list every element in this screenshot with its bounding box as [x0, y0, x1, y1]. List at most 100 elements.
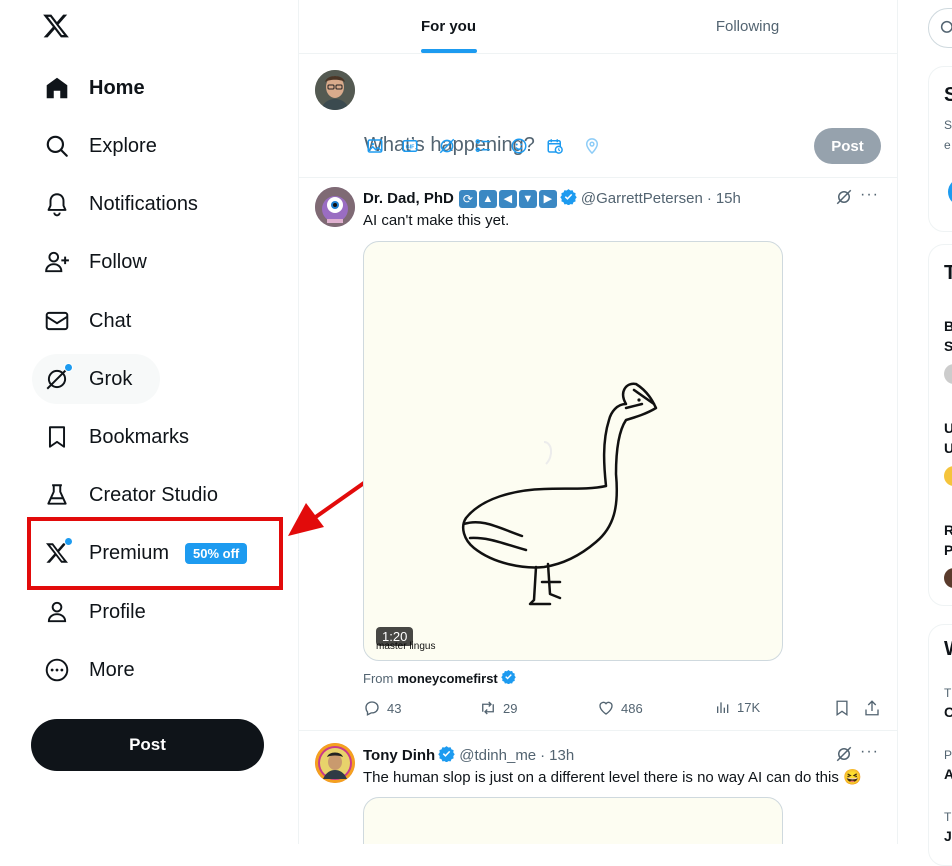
tweet-media[interactable]	[363, 797, 783, 844]
avatar[interactable]	[315, 743, 355, 783]
right-text[interactable]: C	[944, 704, 952, 720]
sidebar-item-creator-studio[interactable]: Creator Studio	[32, 470, 230, 520]
emoji-icon[interactable]	[509, 136, 529, 156]
reply-button[interactable]: 43	[363, 699, 401, 717]
sidebar-item-label: Grok	[89, 367, 133, 390]
avatar[interactable]	[315, 70, 355, 110]
tweet[interactable]: Dr. Dad, PhD ⟳ ▲ ◀ ▼ ▶ @GarrettPetersen …	[299, 176, 897, 731]
share-icon	[865, 700, 879, 716]
sidebar-item-label: Home	[89, 76, 145, 99]
goose-drawing	[462, 382, 658, 606]
image-icon[interactable]	[365, 136, 385, 156]
author-name[interactable]: Dr. Dad, PhD	[363, 190, 454, 207]
tweet-header: Tony Dinh @tdinh_me · 13h	[363, 745, 574, 766]
verified-badge-icon	[438, 745, 455, 766]
sidebar-item-more[interactable]: More	[32, 645, 147, 695]
svg-text:GIF: GIF	[406, 145, 416, 151]
heart-icon	[599, 701, 613, 715]
compose-post-button[interactable]: Post	[814, 128, 881, 164]
sidebar-item-bookmarks[interactable]: Bookmarks	[32, 412, 201, 462]
right-text[interactable]: P	[944, 542, 952, 558]
more-options-icon[interactable]: ···	[860, 743, 879, 761]
grok-icon[interactable]	[437, 136, 457, 156]
tweet-header: Dr. Dad, PhD ⟳ ▲ ◀ ▼ ▶ @GarrettPetersen …	[363, 188, 741, 209]
source-account[interactable]: moneycomefirst	[397, 671, 497, 686]
right-text[interactable]: R	[944, 522, 952, 538]
analytics-icon	[717, 702, 729, 713]
sidebar-item-chat[interactable]: Chat	[32, 296, 143, 346]
tweet[interactable]: Tony Dinh @tdinh_me · 13h ··· The human …	[299, 731, 897, 844]
grok-icon[interactable]	[835, 188, 853, 211]
name-emoji-badges: ⟳ ▲ ◀ ▼ ▶	[458, 189, 557, 208]
envelope-icon	[44, 308, 70, 334]
right-text[interactable]: J	[944, 828, 952, 844]
right-text: T	[944, 686, 952, 700]
video-source: From moneycomefirst	[363, 669, 516, 687]
right-text[interactable]: U	[944, 420, 952, 436]
more-options-icon[interactable]: ···	[860, 186, 879, 204]
right-text: P	[944, 748, 952, 762]
tab-following[interactable]: Following	[598, 0, 897, 53]
right-text[interactable]: S	[944, 338, 952, 354]
arrow-up-icon: ▲	[478, 189, 497, 208]
search-input[interactable]	[928, 8, 952, 48]
repost-icon	[482, 701, 494, 715]
right-text[interactable]: U	[944, 440, 952, 456]
sidebar-item-label: Notifications	[89, 192, 198, 215]
views-button[interactable]: 17K	[715, 699, 760, 715]
separator-dot: ·	[540, 747, 546, 764]
grok-icon[interactable]	[835, 745, 853, 768]
share-button[interactable]	[863, 699, 881, 717]
repost-count: 29	[503, 700, 518, 716]
schedule-icon[interactable]	[545, 136, 565, 156]
tab-for-you[interactable]: For you	[299, 0, 598, 53]
from-label: From	[363, 670, 394, 686]
like-button[interactable]: 486	[597, 699, 643, 717]
tweet-video[interactable]: master lingus 1:20	[363, 241, 783, 661]
right-text: e	[944, 138, 951, 152]
person-add-icon	[44, 249, 70, 275]
tweet-time[interactable]: 13h	[549, 747, 574, 764]
avatar[interactable]	[315, 187, 355, 227]
reply-count: 43	[387, 700, 402, 716]
reply-icon	[365, 701, 379, 716]
sidebar-item-notifications[interactable]: Notifications	[32, 179, 210, 229]
bell-icon	[44, 191, 70, 217]
annotation-highlight-box	[27, 517, 283, 590]
repost-button[interactable]: 29	[479, 699, 517, 717]
sidebar-item-grok[interactable]: Grok	[32, 354, 161, 404]
sidebar-item-explore[interactable]: Explore	[32, 121, 169, 171]
location-icon[interactable]	[582, 136, 602, 156]
right-text: S	[944, 84, 952, 106]
search-icon	[44, 133, 70, 159]
right-text: T	[944, 262, 952, 284]
sidebar-item-label: Bookmarks	[89, 425, 190, 448]
sidebar-item-follow[interactable]: Follow	[32, 237, 159, 287]
notification-dot	[64, 363, 73, 372]
verified-badge-icon	[560, 188, 577, 209]
right-text[interactable]: A	[944, 766, 952, 782]
bookmark-icon	[836, 700, 848, 717]
author-handle[interactable]: @tdinh_me	[459, 747, 536, 764]
sidebar-item-home[interactable]: Home	[32, 63, 157, 113]
separator-dot: ·	[706, 190, 712, 207]
x-logo-icon[interactable]	[42, 12, 72, 42]
sidebar-item-label: Follow	[89, 250, 147, 273]
sidebar-item-label: Profile	[89, 600, 146, 623]
post-button[interactable]: Post	[31, 719, 264, 771]
author-name[interactable]: Tony Dinh	[363, 747, 435, 764]
poll-icon[interactable]	[473, 136, 493, 156]
author-handle[interactable]: @GarrettPetersen	[581, 190, 703, 207]
bookmark-button[interactable]	[833, 699, 851, 717]
verified-badge-icon	[501, 669, 516, 687]
gif-icon[interactable]: GIF	[400, 136, 420, 156]
repeat-icon: ⟳	[458, 189, 477, 208]
sidebar-item-label: Creator Studio	[89, 483, 218, 506]
tweet-time[interactable]: 15h	[716, 190, 741, 207]
arrow-down-icon: ▼	[518, 189, 537, 208]
right-text[interactable]: B	[944, 318, 952, 334]
compose-box: What’s happening?	[299, 54, 897, 178]
sidebar: Home Explore Notifications Follow Chat G…	[0, 0, 299, 844]
sidebar-item-profile[interactable]: Profile	[32, 587, 158, 637]
sidebar-item-label: More	[89, 658, 135, 681]
